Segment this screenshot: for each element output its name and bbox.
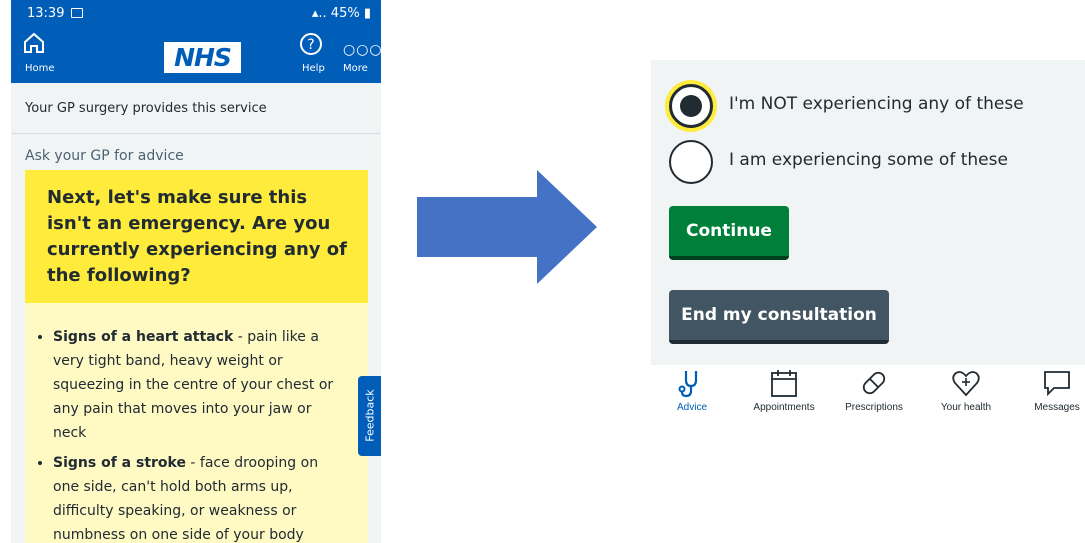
symptoms-panel: Signs of a heart attack - pain like a ve… (25, 303, 368, 543)
stethoscope-icon (678, 371, 698, 398)
nav-item-messages[interactable]: Messages (1014, 365, 1085, 425)
status-bar: 13:39 ▴.. 45% ▮ (11, 0, 381, 28)
radio-label: I am experiencing some of these (729, 150, 1008, 170)
home-label: Home (25, 63, 55, 74)
help-icon: ? (300, 33, 322, 55)
nav-label: Messages (1034, 402, 1080, 413)
emergency-heading: Next, let's make sure this isn't an emer… (47, 187, 347, 286)
feedback-label: Feedback (363, 389, 377, 442)
wifi-signal-icon: ▴.. (311, 6, 327, 21)
battery-icon: ▮ (363, 6, 371, 21)
image-icon (71, 8, 83, 18)
radio-option-experiencing[interactable]: I am experiencing some of these (669, 140, 1079, 186)
more-label: More (343, 63, 368, 74)
nhs-app-screen-question: 13:39 ▴.. 45% ▮ Home NHS ? Help ○○○ More (11, 0, 381, 543)
status-indicators: ▴.. 45% ▮ (312, 6, 371, 21)
more-icon: ○○○ (343, 42, 381, 58)
continue-button[interactable]: Continue (669, 206, 789, 260)
nhs-app-screen-answer: I'm NOT experiencing any of these I am e… (651, 60, 1085, 365)
calendar-icon (771, 370, 797, 397)
radio-dot (680, 95, 702, 117)
section-label: Ask your GP for advice (25, 148, 184, 164)
symptom-title: Signs of a heart attack (53, 329, 234, 345)
symptom-description: - pain like a very tight band, heavy wei… (53, 329, 334, 441)
list-item: Signs of a heart attack - pain like a ve… (53, 325, 343, 445)
nav-label: Advice (676, 402, 707, 413)
end-consultation-button[interactable]: End my consultation (669, 290, 889, 344)
symptom-list: Signs of a heart attack - pain like a ve… (35, 325, 343, 543)
svg-text:?: ? (307, 37, 314, 53)
nav-label: Prescriptions (845, 402, 903, 413)
bottom-nav: Advice Appointments Prescriptions Your h… (651, 365, 1085, 425)
service-notice: Your GP surgery provides this service (25, 101, 267, 116)
battery-level: 45% (330, 6, 360, 21)
nav-label: Your health (940, 402, 992, 413)
home-icon (24, 32, 44, 53)
nav-item-your-health[interactable]: Your health (923, 365, 1009, 425)
help-label: Help (302, 63, 325, 74)
nav-label: Appointments (753, 402, 815, 413)
radio-label: I'm NOT experiencing any of these (729, 94, 1024, 114)
home-button[interactable]: Home (23, 32, 63, 80)
list-item: Signs of a stroke - face drooping on one… (53, 451, 343, 543)
help-button[interactable]: ? Help (299, 32, 333, 80)
feedback-tab[interactable]: Feedback (358, 376, 381, 456)
right-arrow-icon (417, 170, 597, 284)
message-icon (1044, 371, 1070, 397)
emergency-question-panel: Next, let's make sure this isn't an emer… (25, 170, 368, 303)
symptom-title: Signs of a stroke (53, 455, 186, 471)
radio-option-not-experiencing[interactable]: I'm NOT experiencing any of these (669, 84, 1079, 130)
heart-icon (952, 371, 980, 397)
status-time: 13:39 (27, 6, 65, 21)
nav-item-advice[interactable]: Advice (649, 365, 735, 425)
more-button[interactable]: ○○○ More (341, 32, 381, 80)
nav-item-prescriptions[interactable]: Prescriptions (831, 365, 917, 425)
nav-item-appointments[interactable]: Appointments (741, 365, 827, 425)
nhs-logo: NHS (164, 42, 241, 73)
pill-icon (862, 371, 886, 395)
service-notice-bar: Your GP surgery provides this service (11, 83, 381, 134)
app-header: Home NHS ? Help ○○○ More (11, 28, 381, 83)
